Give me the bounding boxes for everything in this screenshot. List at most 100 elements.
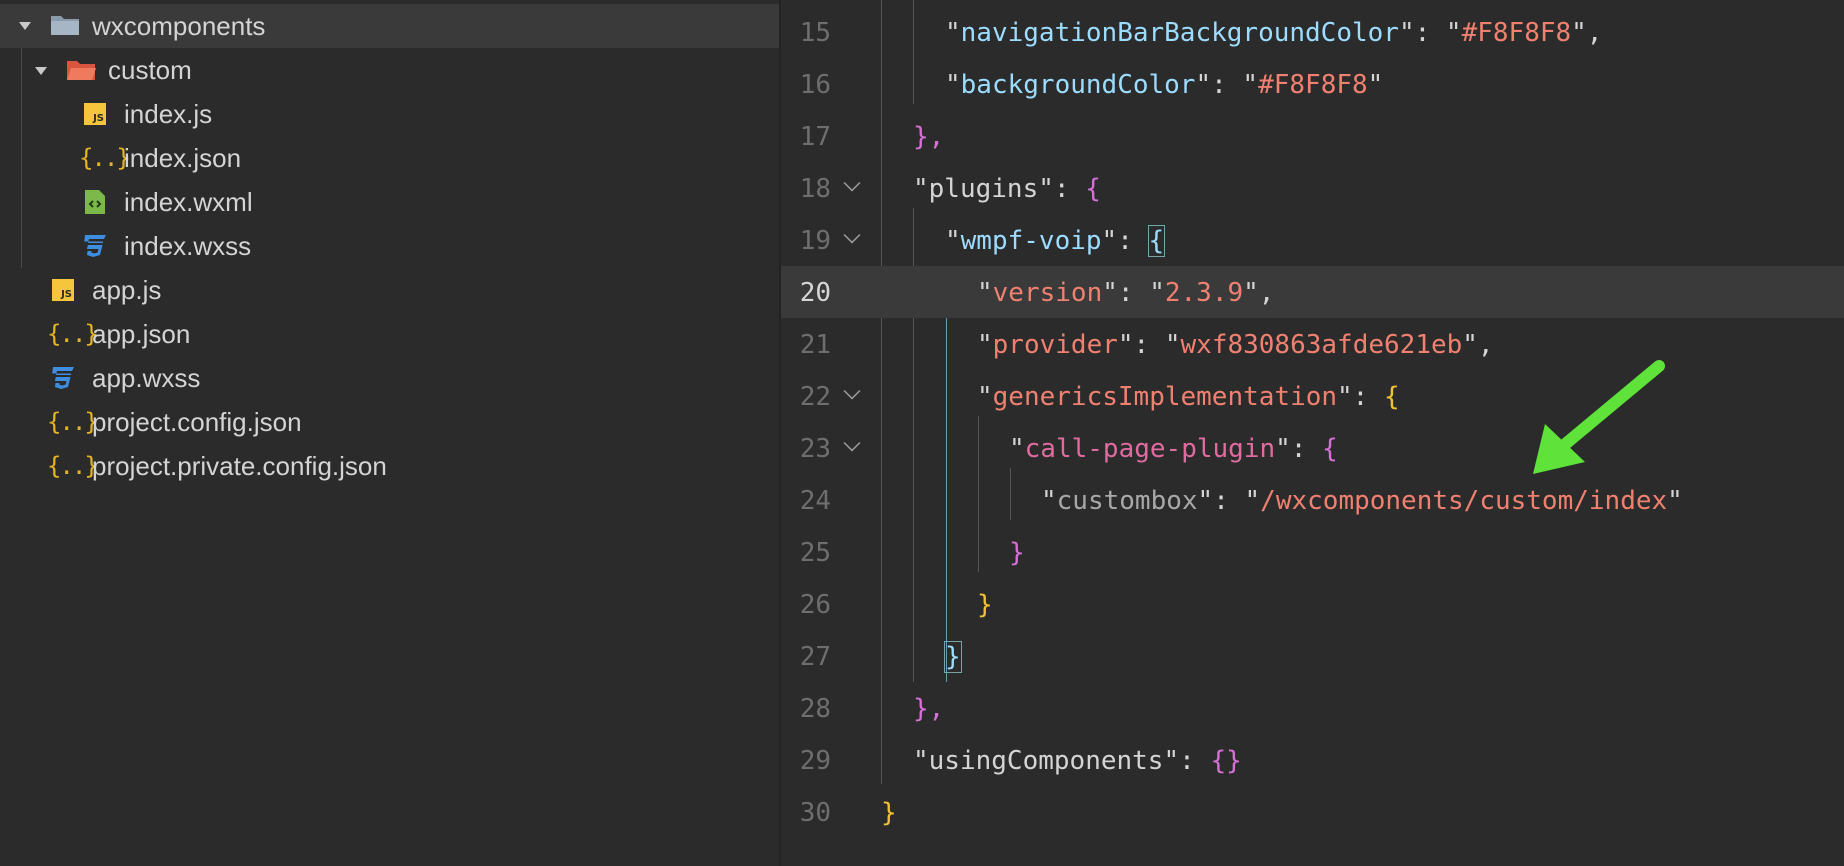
code-token: { xyxy=(1322,434,1338,464)
css-file-icon xyxy=(82,233,108,259)
tree-item-label: index.json xyxy=(124,143,242,173)
code-token: navigationBarBackgroundColor xyxy=(960,18,1399,48)
line-number: 23 xyxy=(799,434,831,464)
code-token: backgroundColor xyxy=(960,70,1196,100)
line-number: 28 xyxy=(799,694,831,724)
code-token: ", xyxy=(1571,18,1603,48)
code-token: " xyxy=(977,278,993,308)
code-text: "plugins": { xyxy=(913,174,1101,204)
tree-item-index-json[interactable]: {..} index.json xyxy=(0,136,779,180)
tree-item-app-json[interactable]: {..} app.json xyxy=(0,312,779,356)
code-token: {} xyxy=(1210,746,1242,776)
file-explorer: wxcomponents custom JS index.js {..} ind… xyxy=(0,0,779,866)
line-number: 15 xyxy=(799,18,831,48)
tree-item-custom[interactable]: custom xyxy=(0,48,779,92)
tree-item-label: project.private.config.json xyxy=(92,451,387,481)
tree-item-index-wxml[interactable]: index.wxml xyxy=(0,180,779,224)
code-token: ": " xyxy=(1398,18,1462,48)
chevron-down-icon[interactable] xyxy=(19,22,31,30)
code-token: } xyxy=(1009,538,1025,568)
json-file-icon: {..} xyxy=(47,452,99,480)
wxml-file-icon xyxy=(84,189,106,215)
tree-item-label: app.wxss xyxy=(92,363,201,393)
code-text: "genericsImplementation": { xyxy=(977,382,1400,412)
code-token: custombox xyxy=(1056,486,1198,516)
chevron-down-icon[interactable] xyxy=(35,67,47,75)
fold-chevron-icon[interactable] xyxy=(843,226,861,244)
code-token: }, xyxy=(913,694,945,724)
js-file-icon: JS xyxy=(84,103,106,125)
code-token: ": " xyxy=(1117,330,1181,360)
code-line-19: 19 "wmpf-voip": { xyxy=(781,214,1844,266)
code-line-24: 24 "custombox": "/wxcomponents/custom/in… xyxy=(781,474,1844,526)
code-text: "custombox": "/wxcomponents/custom/index… xyxy=(1041,486,1683,516)
line-number: 18 xyxy=(799,174,831,204)
code-token: { xyxy=(1085,174,1101,204)
tree-item-label: index.wxml xyxy=(124,187,253,217)
code-token: usingComponents xyxy=(928,746,1164,776)
fold-chevron-icon[interactable] xyxy=(843,382,861,400)
code-token: plugins xyxy=(928,174,1039,204)
tree-item-index-wxss[interactable]: index.wxss xyxy=(0,224,779,268)
folder-icon xyxy=(50,13,80,37)
line-number: 21 xyxy=(799,330,831,360)
matched-bracket: } xyxy=(944,641,962,673)
tree-item-label: index.wxss xyxy=(124,231,252,261)
tree-item-app-wxss[interactable]: app.wxss xyxy=(0,356,779,400)
code-token: " xyxy=(945,18,961,48)
code-token: #F8F8F8 xyxy=(1461,18,1572,48)
code-token: ", xyxy=(1462,330,1494,360)
code-text: "navigationBarBackgroundColor": "#F8F8F8… xyxy=(945,18,1602,48)
code-token: " xyxy=(1667,486,1683,516)
folder-open-icon xyxy=(66,58,96,82)
tree-item-project-private-config-json[interactable]: {..} project.private.config.json xyxy=(0,444,779,488)
code-text: "call-page-plugin": { xyxy=(1009,434,1338,464)
code-line-21: 21 "provider": "wxf830863afde621eb", xyxy=(781,318,1844,370)
code-token: provider xyxy=(992,330,1118,360)
json-file-icon: {..} xyxy=(79,144,131,172)
fold-chevron-icon[interactable] xyxy=(843,434,861,452)
tree-item-label: app.json xyxy=(92,319,191,349)
line-number: 25 xyxy=(799,538,831,568)
code-token: ": " xyxy=(1102,278,1165,308)
js-file-icon: JS xyxy=(52,279,74,301)
code-token: " xyxy=(977,330,993,360)
code-line-25: 25 } xyxy=(781,526,1844,578)
tree-item-label: app.js xyxy=(92,275,162,305)
tree-item-label: custom xyxy=(108,55,192,85)
code-token: ": xyxy=(1163,746,1211,776)
code-text: "backgroundColor": "#F8F8F8" xyxy=(945,70,1383,100)
matched-bracket: { xyxy=(1147,225,1166,257)
code-token: }, xyxy=(913,122,945,152)
line-number: 16 xyxy=(799,70,831,100)
code-line-20: 20 "version": "2.3.9", xyxy=(781,266,1844,318)
code-line-22: 22 "genericsImplementation": { xyxy=(781,370,1844,422)
code-token: /wxcomponents/custom/index xyxy=(1260,486,1668,516)
code-text: "version": "2.3.9", xyxy=(977,278,1274,308)
code-token: " xyxy=(977,382,993,412)
fold-chevron-icon[interactable] xyxy=(843,174,861,192)
css-file-icon xyxy=(50,365,76,391)
code-token: #F8F8F8 xyxy=(1258,70,1368,100)
line-number: 24 xyxy=(799,486,831,516)
code-token: ": xyxy=(1101,226,1149,256)
code-token: ", xyxy=(1243,278,1275,308)
line-number: 22 xyxy=(799,382,831,412)
code-editor[interactable]: 15 "navigationBarBackgroundColor": "#F8F… xyxy=(781,0,1844,866)
tree-item-index-js[interactable]: JS index.js xyxy=(0,92,779,136)
code-token: } xyxy=(977,590,993,620)
code-token: genericsImplementation xyxy=(992,382,1338,412)
code-token: ": " xyxy=(1197,486,1261,516)
line-number: 27 xyxy=(799,642,831,672)
tree-item-wxcomponents[interactable]: wxcomponents xyxy=(0,4,779,48)
line-number: 26 xyxy=(799,590,831,620)
tree-item-app-js[interactable]: JS app.js xyxy=(0,268,779,312)
annotation-arrow-icon xyxy=(1533,360,1665,474)
line-number: 20 xyxy=(799,278,831,308)
code-line-29: 29 "usingComponents": {} xyxy=(781,734,1844,786)
code-token: { xyxy=(1384,382,1400,412)
tree-item-project-config-json[interactable]: {..} project.config.json xyxy=(0,400,779,444)
code-token: " xyxy=(1041,486,1057,516)
code-token: " xyxy=(945,226,961,256)
code-token: ": xyxy=(1275,434,1323,464)
